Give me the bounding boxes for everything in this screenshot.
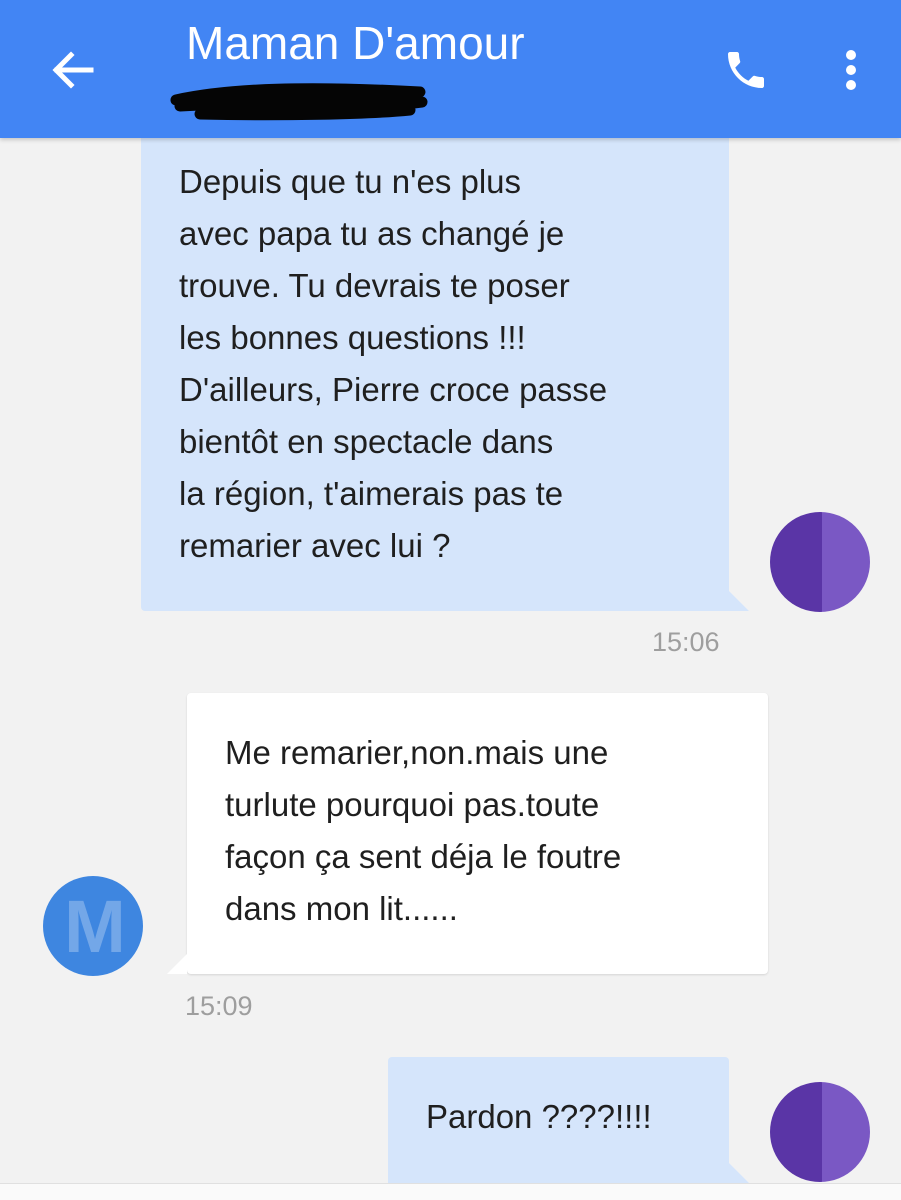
phone-icon	[728, 52, 764, 88]
my-avatar[interactable]	[770, 512, 870, 612]
back-button[interactable]	[44, 38, 102, 102]
message-line: trouve. Tu devrais te poser	[179, 267, 570, 304]
more-options-button[interactable]	[828, 40, 874, 100]
message-timestamp: 15:09	[185, 991, 253, 1021]
message-line: la région, t'aimerais pas te	[179, 475, 564, 512]
message-line: turlute pourquoi pas.toute	[225, 786, 600, 823]
message-line: Depuis que tu n'es plus	[179, 163, 522, 200]
bubble-tail	[167, 954, 187, 974]
message-timestamp: 15:06	[652, 627, 720, 657]
message-line: avec papa tu as changé je	[179, 215, 565, 252]
message-line: remarier avec lui ?	[179, 527, 451, 564]
message-line: les bonnes questions !!!	[179, 319, 526, 356]
more-vert-icon	[846, 50, 856, 90]
avatar-initial: M	[64, 884, 126, 968]
app-bar: Maman D'amour	[0, 0, 901, 138]
conversation-screen: Maman D'amour Depuis que tu n'es plus av…	[0, 0, 901, 1200]
message-line: D'ailleurs, Pierre croce passe	[179, 371, 608, 408]
bottom-edge	[0, 1183, 901, 1200]
message-line: Pardon ????!!!!	[426, 1098, 652, 1135]
arrow-left-icon	[52, 51, 94, 89]
call-button[interactable]	[716, 40, 776, 100]
message-bubble-sent[interactable]: Pardon ????!!!!	[388, 1057, 729, 1183]
redacted-subtitle-scribble	[170, 83, 428, 121]
message-line: dans mon lit......	[225, 890, 458, 927]
my-avatar[interactable]	[770, 1082, 870, 1182]
bubble-tail	[729, 1163, 749, 1183]
conversation-title: Maman D'amour	[186, 17, 525, 69]
message-line: bientôt en spectacle dans	[179, 423, 554, 460]
message-line: Me remarier,non.mais une	[225, 734, 609, 771]
contact-avatar[interactable]: M	[43, 876, 143, 976]
message-bubble-received[interactable]: Me remarier,non.mais une turlute pourquo…	[187, 693, 768, 974]
message-bubble-sent[interactable]: Depuis que tu n'es plus avec papa tu as …	[141, 120, 729, 611]
message-line: façon ça sent déja le foutre	[225, 838, 622, 875]
bubble-tail	[729, 591, 749, 611]
